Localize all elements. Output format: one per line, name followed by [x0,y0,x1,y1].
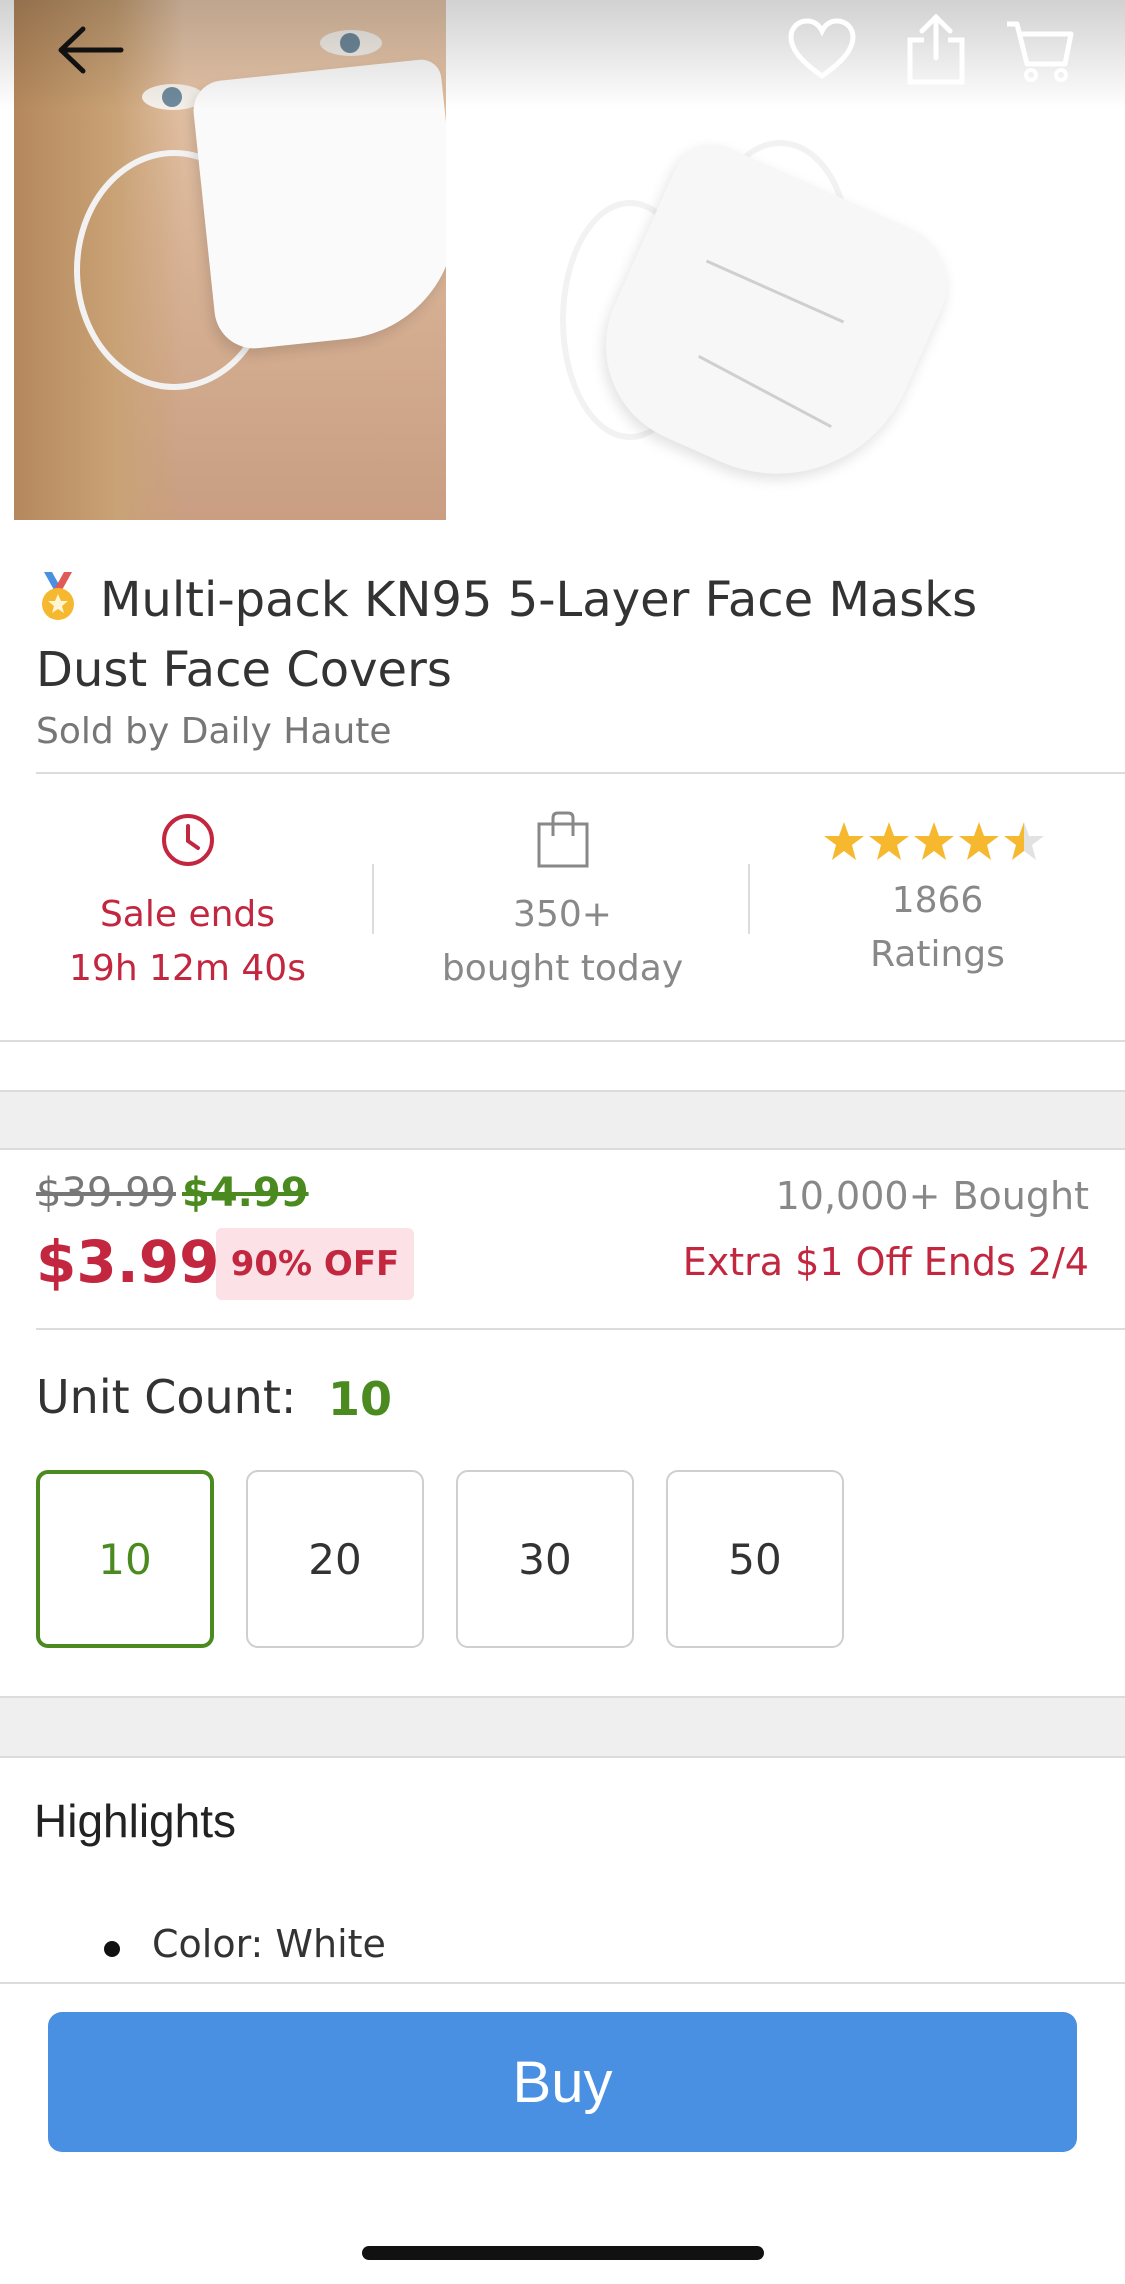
rating-stars [823,822,1044,860]
unit-count-value: 10 [328,1372,393,1426]
discount-badge: 90% OFF [216,1228,414,1300]
arrow-left-icon [58,26,124,74]
highlight-item: Color: White [152,1922,386,1966]
unit-option-20[interactable]: 20 [246,1470,424,1648]
wishlist-button[interactable] [780,8,864,92]
back-button[interactable] [48,8,132,92]
current-price: $3.99 [36,1228,220,1296]
sale-timer: Sale ends 19h 12m 40s [0,778,375,1040]
home-indicator[interactable] [362,2246,764,2260]
unit-count-label: Unit Count: [36,1370,297,1424]
product-stats: Sale ends 19h 12m 40s 350+ bought today … [0,778,1125,1040]
bought-count: 10,000+ Bought [775,1174,1089,1218]
cart-icon [1007,21,1074,82]
star-icon [868,822,909,860]
medal-icon [36,571,80,621]
shopping-bag-icon [537,811,588,868]
rating-summary[interactable]: 1866 Ratings [750,778,1125,1040]
share-icon [907,14,965,85]
half-star-icon [1003,822,1044,860]
unit-option-10[interactable]: 10 [36,1470,214,1648]
section-separator [0,1696,1125,1758]
clock-icon [161,814,214,866]
extra-offer[interactable]: Extra $1 Off Ends 2/4 [683,1240,1089,1284]
buy-button[interactable]: Buy [48,2012,1077,2152]
seller-name[interactable]: Sold by Daily Haute [36,711,1096,752]
star-icon [823,822,864,860]
product-title: Multi-pack KN95 5-Layer Face Masks Dust … [36,571,978,698]
previous-price: $4.99 [182,1170,309,1216]
mask-product-photo [560,131,967,519]
bullet-icon [104,1941,120,1957]
product-info: Multi-pack KN95 5-Layer Face Masks Dust … [36,565,1096,752]
star-icon [958,822,999,860]
heart-icon [788,18,856,80]
original-price: $39.99 [36,1170,176,1216]
section-separator [0,1090,1125,1150]
cart-button[interactable] [998,8,1082,92]
share-button[interactable] [894,8,978,92]
star-icon [913,822,954,860]
unit-option-30[interactable]: 30 [456,1470,634,1648]
unit-option-50[interactable]: 50 [666,1470,844,1648]
highlights-heading: Highlights [34,1795,236,1847]
bought-today: 350+ bought today [375,778,750,1040]
